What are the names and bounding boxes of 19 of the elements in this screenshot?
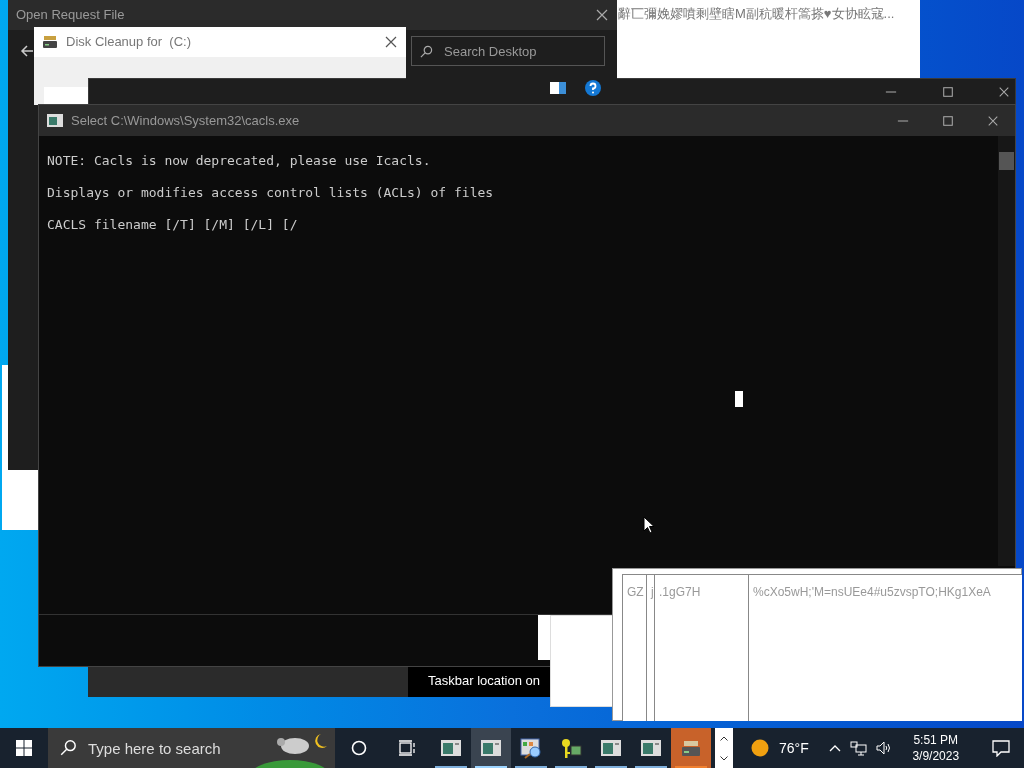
console-line: NOTE: Cacls is now deprecated, please use Icacls. <box>47 152 432 170</box>
console-line: Displays or modifies access control lists (ACLs) of files <box>47 184 495 202</box>
window-title: Disk Cleanup for (C:) <box>66 33 191 52</box>
window-title: Open Request File <box>16 6 125 25</box>
search-field[interactable]: Search Desktop <box>411 36 605 66</box>
clock-time: 5:51 PM <box>913 732 959 748</box>
clock[interactable]: 5:51 PM 3/9/2023 <box>905 732 966 764</box>
window-title: Select C:\Windows\System32\cacls.exe <box>71 111 300 130</box>
window-title: j <box>651 585 654 599</box>
console-line: CACLS filename [/T] [/M] [/L] [/ <box>47 216 299 234</box>
setting-label: Taskbar location on <box>428 672 540 691</box>
search-box[interactable]: Type here to search <box>48 728 335 768</box>
temperature-label: 76°F <box>779 738 809 758</box>
window-title: .1gG7H <box>659 585 701 599</box>
window-title: 辭匸彌娩嫪噴剩壁瞎M副秔暖杆篙搽♥女协眩寇... <box>618 5 895 23</box>
weather-widget[interactable]: 76°F <box>751 737 809 759</box>
window-title: %cXo5wH;'M=nsUEe4#u5zvspTO;HKg1XeA <box>753 585 991 599</box>
window-title: GZ <box>627 585 644 599</box>
clock-date: 3/9/2023 <box>912 748 960 764</box>
